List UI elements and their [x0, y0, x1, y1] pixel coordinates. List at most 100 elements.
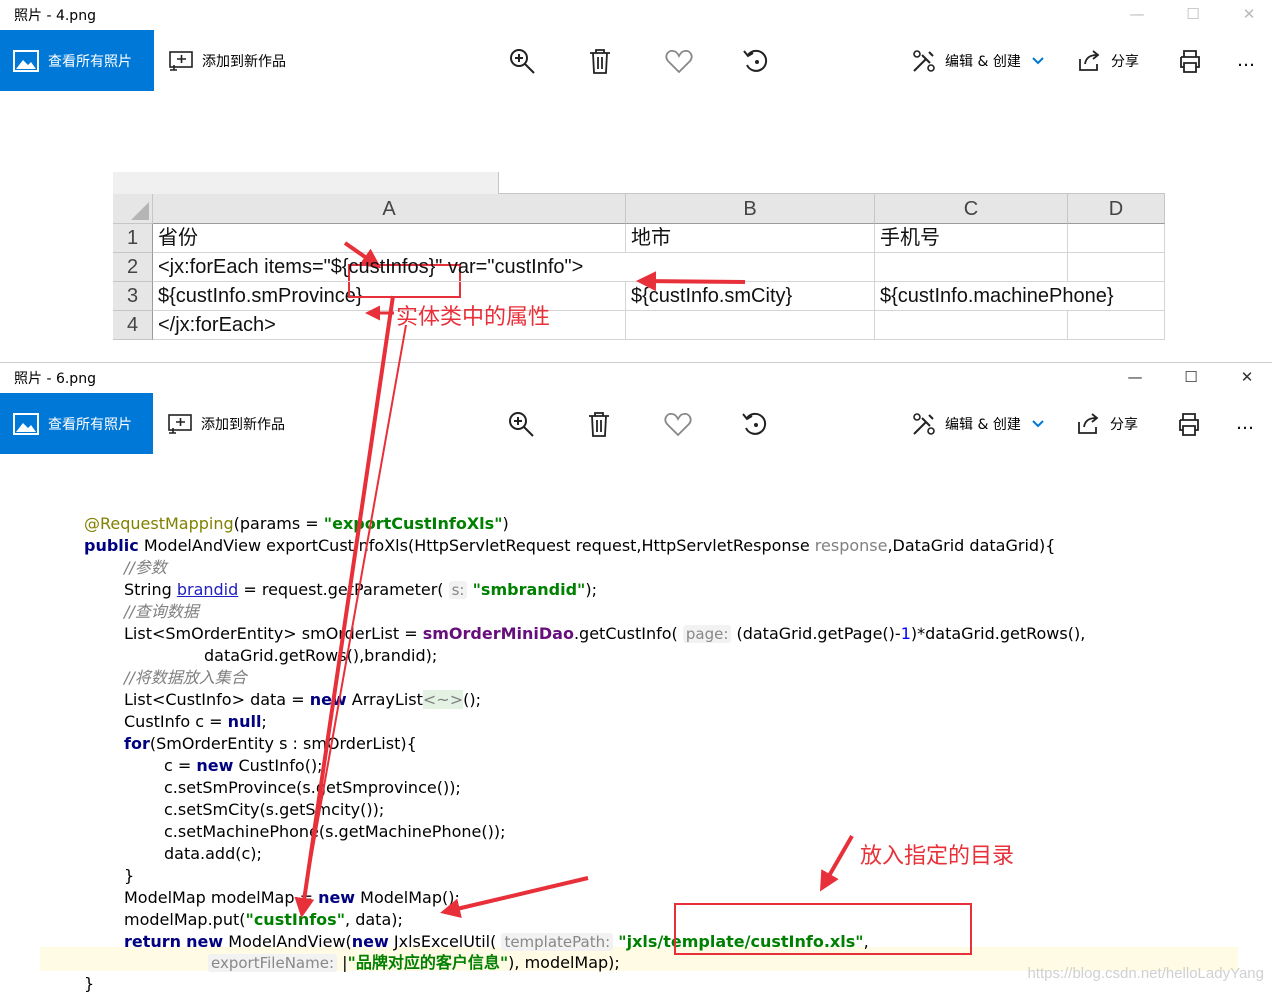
- code-line-7: dataGrid.getRows(),brandid);: [204, 646, 438, 665]
- column-header-b: B: [626, 194, 875, 224]
- trash-icon: [589, 411, 609, 437]
- cell-a4: </jx:forEach>: [153, 311, 626, 340]
- code-line-21: exportFileName: |"品牌对应的客户信息"), modelMap)…: [208, 952, 620, 974]
- share-icon: [1079, 49, 1100, 71]
- code-line-10: CustInfo c = null;: [124, 712, 267, 731]
- cell-b1: 地市: [626, 224, 875, 253]
- code-line-6: List<SmOrderEntity> smOrderList = smOrde…: [124, 624, 1086, 643]
- photos-icon: [13, 49, 39, 72]
- cell-a2: <jx:forEach items="${custInfos}" var="cu…: [153, 253, 626, 282]
- code-line-11: for(SmOrderEntity s : smOrderList){: [124, 734, 417, 753]
- more-icon: …: [1237, 50, 1255, 71]
- zoom-button[interactable]: [507, 393, 535, 454]
- more-icon: …: [1236, 413, 1254, 434]
- sheet-tab: [498, 172, 1165, 194]
- share-label: 分享: [1111, 53, 1139, 70]
- code-line-18: ModelMap modelMap = new ModelMap();: [124, 888, 460, 907]
- rotate-icon: [743, 49, 768, 72]
- window-title: 照片 - 6.png: [14, 371, 96, 387]
- code-line-8: //将数据放入集合: [124, 668, 247, 687]
- heart-icon: [664, 412, 692, 436]
- sheet-tabstrip: [113, 172, 1165, 194]
- chevron-down-icon: [1032, 56, 1044, 64]
- row-header-2: 2: [113, 253, 153, 282]
- code-line-13: c.setSmProvince(s.getSmprovince());: [164, 778, 461, 797]
- view-all-photos-button[interactable]: 查看所有照片: [0, 393, 153, 454]
- cell-b3: ${custInfo.smCity}: [626, 282, 875, 311]
- title-bar: 照片 - 4.png — ☐ ✕: [0, 0, 1272, 27]
- cell-b4: [626, 311, 875, 340]
- minimize-button[interactable]: —: [1114, 0, 1160, 27]
- code-line-2: public ModelAndView exportCustInfoXls(Ht…: [84, 536, 1056, 555]
- add-creation-label: 添加到新作品: [202, 53, 286, 70]
- entity-attribute-annotation: 实体类中的属性: [396, 305, 551, 330]
- cell-c4: [875, 311, 1068, 340]
- favorite-button[interactable]: [664, 393, 692, 454]
- code-line-17: }: [124, 866, 135, 885]
- code-line-14: c.setSmCity(s.getSmcity());: [164, 800, 385, 819]
- chevron-down-icon: [1032, 419, 1044, 427]
- cell-b2: [626, 253, 875, 282]
- row-header-4: 4: [113, 311, 153, 340]
- window-title: 照片 - 4.png: [14, 8, 96, 24]
- column-header-d: D: [1068, 194, 1165, 224]
- add-to-creation-button[interactable]: 添加到新作品: [168, 30, 286, 91]
- code-line-19: modelMap.put("custInfos", data);: [124, 910, 403, 929]
- delete-button[interactable]: [586, 393, 612, 454]
- edit-create-button[interactable]: 编辑 & 创建: [911, 393, 1045, 454]
- code-line-1: @RequestMapping(params = "exportCustInfo…: [84, 514, 509, 533]
- maximize-button[interactable]: ☐: [1168, 363, 1214, 390]
- cell-c1: 手机号: [875, 224, 1068, 253]
- heart-icon: [665, 49, 693, 73]
- cell-d2: [1068, 253, 1165, 282]
- printer-icon: [1180, 49, 1200, 73]
- column-header-c: C: [875, 194, 1068, 224]
- cell-c2: [875, 253, 1068, 282]
- zoom-button[interactable]: [508, 30, 536, 91]
- add-creation-label: 添加到新作品: [201, 416, 285, 433]
- watermark: https://blog.csdn.net/helloLadyYang: [1027, 965, 1264, 982]
- close-button[interactable]: ✕: [1224, 363, 1270, 390]
- add-creation-icon: [168, 413, 192, 434]
- share-icon: [1078, 412, 1099, 434]
- minimize-button[interactable]: —: [1112, 363, 1158, 390]
- column-header-a: A: [153, 194, 626, 224]
- printer-icon: [1179, 412, 1199, 436]
- photos-toolbar: 查看所有照片 添加到新作品 编辑 & 创建 分享 …: [0, 393, 1272, 454]
- zoom-in-icon: [510, 48, 535, 74]
- row-header-3: 3: [113, 282, 153, 311]
- edit-create-label: 编辑 & 创建: [945, 53, 1021, 70]
- add-creation-icon: [169, 50, 193, 71]
- print-button[interactable]: [1177, 30, 1203, 91]
- more-button[interactable]: …: [1237, 30, 1255, 91]
- row-header-1: 1: [113, 224, 153, 253]
- delete-button[interactable]: [587, 30, 613, 91]
- cell-c3: ${custInfo.machinePhone}: [875, 282, 1114, 311]
- spreadsheet-image: A B C D 1 2 3 4 省份 地市 手机号 <jx:forEach it…: [113, 172, 1165, 354]
- close-button[interactable]: ✕: [1226, 0, 1272, 27]
- select-all-corner: [113, 194, 153, 224]
- more-button[interactable]: …: [1236, 393, 1254, 454]
- code-line-16: data.add(c);: [164, 844, 262, 863]
- rotate-icon: [742, 412, 767, 435]
- print-button[interactable]: [1176, 393, 1202, 454]
- edit-create-icon: [913, 412, 935, 435]
- template-path-highlight-box: [674, 903, 972, 955]
- favorite-button[interactable]: [665, 30, 693, 91]
- view-all-label: 查看所有照片: [48, 53, 132, 70]
- maximize-button[interactable]: ☐: [1170, 0, 1216, 27]
- view-all-label: 查看所有照片: [48, 416, 132, 433]
- share-button[interactable]: 分享: [1076, 393, 1138, 454]
- share-button[interactable]: 分享: [1077, 30, 1139, 91]
- photos-toolbar: 查看所有照片 添加到新作品 编辑 & 创建 分享 …: [0, 30, 1272, 91]
- edit-create-button[interactable]: 编辑 & 创建: [911, 30, 1045, 91]
- zoom-in-icon: [509, 411, 534, 437]
- rotate-button[interactable]: [742, 30, 770, 91]
- target-directory-annotation: 放入指定的目录: [860, 844, 1015, 869]
- edit-create-icon: [913, 49, 935, 72]
- add-to-creation-button[interactable]: 添加到新作品: [167, 393, 285, 454]
- view-all-photos-button[interactable]: 查看所有照片: [0, 30, 154, 91]
- trash-icon: [590, 48, 610, 74]
- photos-icon: [13, 412, 39, 435]
- rotate-button[interactable]: [741, 393, 769, 454]
